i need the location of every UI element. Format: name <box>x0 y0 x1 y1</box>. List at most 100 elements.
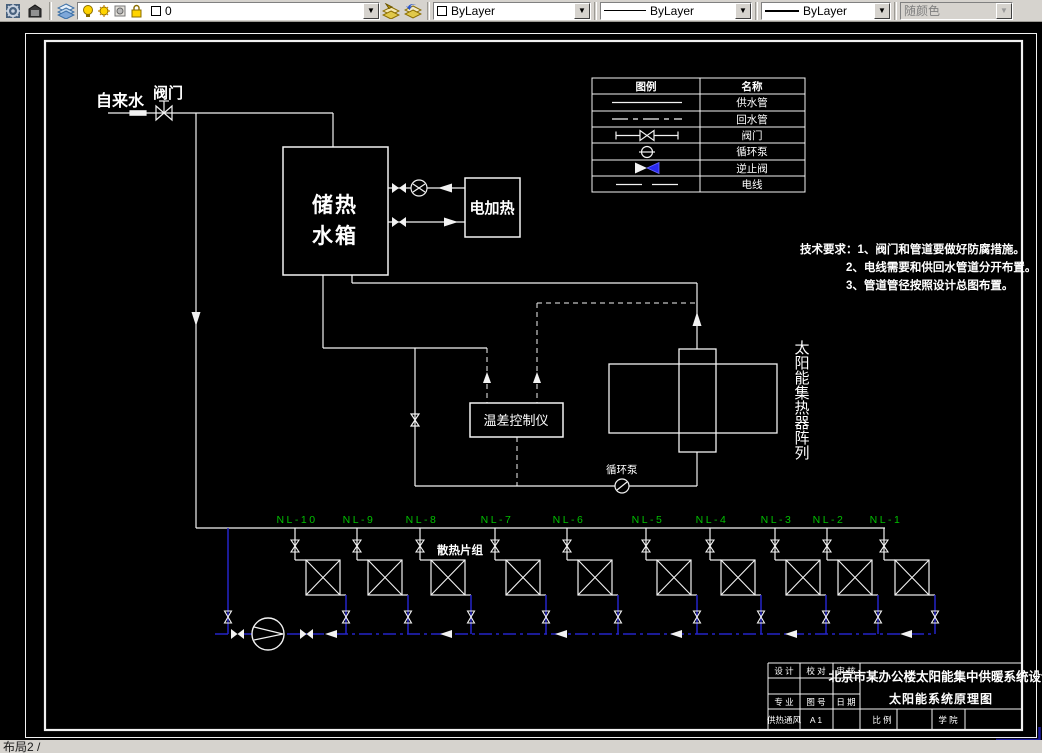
linetype-dropdown-arrow[interactable]: ▼ <box>735 2 751 19</box>
nl-label: NL-6 <box>553 514 586 526</box>
legend-pump-symbol <box>639 145 655 159</box>
linetype-combobox[interactable]: ByLayer ▼ <box>600 1 752 20</box>
nl-label: NL-1 <box>870 514 903 526</box>
tech-requirements: 技术要求：1、阀门和管道要做好防腐措施。 2、电线需要和供回水管道分开布置。 3… <box>800 242 1036 292</box>
layer-properties-icon <box>6 3 20 18</box>
circulation-pump-icon <box>251 617 285 651</box>
toolbar-separator <box>755 1 758 20</box>
collector-pump-icon <box>614 478 630 494</box>
collector-array-label: 太阳能集热器阵列 <box>793 340 810 461</box>
layer-properties-button[interactable] <box>2 1 24 21</box>
make-layer-current-button[interactable] <box>380 1 402 21</box>
linetype-glyph <box>604 10 646 11</box>
flow-arrow-right <box>444 217 458 227</box>
title-block: 设 计 校 对 审 核 专 业 图 号 日 期 供热通风 A 1 比 例 学 院… <box>767 662 1042 730</box>
tech-line1: 技术要求：1、阀门和管道要做好防腐措施。 <box>800 242 1025 256</box>
collector-loop-pipes <box>322 275 698 487</box>
storage-tank: 储热 水箱 <box>282 146 389 276</box>
color-value: ByLayer <box>451 3 496 18</box>
tank-label-line2: 水箱 <box>312 224 358 248</box>
toolbar-separator <box>427 1 430 20</box>
nl-label: NL-9 <box>343 514 376 526</box>
legend-name-pump: 循环泵 <box>736 145 768 158</box>
legend-valve-symbol <box>615 129 679 142</box>
color-dropdown-arrow[interactable]: ▼ <box>574 2 590 19</box>
inlet-valve-symbol <box>155 100 173 122</box>
tb-major-label: 专 业 <box>774 697 793 707</box>
nl-label: NL-10 <box>276 514 317 526</box>
temperature-controller: 温差控制仪 <box>469 402 564 438</box>
layer-previous-icon <box>404 3 422 19</box>
legend-col-name: 名称 <box>742 80 763 93</box>
tap-water-label: 自来水 <box>96 91 145 110</box>
nl-label: NL-4 <box>696 514 729 526</box>
layout-tab-label[interactable]: 布局2 / <box>3 740 40 753</box>
layers-button[interactable] <box>55 1 77 21</box>
legend-checkvalve-symbol <box>635 161 660 175</box>
make-layer-current-icon <box>382 2 400 19</box>
layer-states-button[interactable] <box>24 1 46 21</box>
layout-tabs-strip[interactable]: 布局2 / <box>0 740 1042 753</box>
controller-label: 温差控制仪 <box>483 413 548 428</box>
tb-design-label: 设 计 <box>774 666 794 676</box>
plotstyle-dropdown-arrow: ▼ <box>996 2 1012 19</box>
legend-col-symbol: 图例 <box>636 80 657 93</box>
layer-name: 0 <box>165 3 172 18</box>
flow-arrow-left <box>438 183 452 193</box>
wire-arrow-up <box>533 372 541 383</box>
legend-name-supply: 供水管 <box>736 96 768 109</box>
tech-line2: 2、电线需要和供回水管道分开布置。 <box>846 260 1036 274</box>
tb-check-label: 校 对 <box>806 666 826 676</box>
tb-major-value: 供热通风 <box>767 715 802 725</box>
plotstyle-value: 随颜色 <box>904 4 941 18</box>
layer-combobox[interactable]: 0 ▼ <box>77 1 380 20</box>
toolbar-separator <box>594 1 597 20</box>
linetype-value: ByLayer <box>650 3 695 18</box>
drawing-canvas[interactable]: 自来水 阀门 储热 水箱 电加热 循环泵 太阳能集热器阵列 温差控制仪 NL-1… <box>0 22 1042 742</box>
color-combobox[interactable]: ByLayer ▼ <box>433 1 591 20</box>
plotstyle-combobox: 随颜色 ▼ <box>900 1 1013 20</box>
tb-college-label: 学 院 <box>938 715 958 725</box>
schematic-svg: 自来水 阀门 储热 水箱 电加热 循环泵 太阳能集热器阵列 温差控制仪 NL-1… <box>25 33 1042 742</box>
tap-water-inlet <box>108 110 334 147</box>
solar-collector <box>608 348 778 453</box>
flow-arrow-down <box>191 312 201 326</box>
layers-icon <box>57 2 75 19</box>
layer-dropdown-arrow[interactable]: ▼ <box>363 2 379 19</box>
nl-label: NL-8 <box>406 514 439 526</box>
toolbar-separator <box>894 1 897 20</box>
radiator-labels: NL-10 NL-9 NL-8 NL-7 NL-6 NL-5 NL-4 NL-3… <box>276 514 903 526</box>
flow-arrow-up <box>692 312 702 326</box>
electric-heater: 电加热 <box>464 177 521 238</box>
heater-label: 电加热 <box>469 199 514 217</box>
layer-previous-button[interactable] <box>402 1 424 21</box>
radiator-row <box>290 527 940 635</box>
nl-label: NL-2 <box>813 514 846 526</box>
nl-label: NL-3 <box>761 514 794 526</box>
radiator-group-label: 散热片组 <box>437 543 483 557</box>
legend-name-wire: 电线 <box>742 178 763 191</box>
tb-drawing-title: 太阳能系统原理图 <box>889 691 993 706</box>
tech-line3: 3、管道管径按照设计总图布置。 <box>846 278 1013 292</box>
current-color-swatch <box>437 5 447 16</box>
lineweight-dropdown-arrow[interactable]: ▼ <box>874 2 890 19</box>
toolbar-separator <box>49 1 52 20</box>
tb-project-title: 北京市某办公楼太阳能集中供暖系统设计 <box>828 669 1042 684</box>
lineweight-combobox[interactable]: ByLayer ▼ <box>761 1 891 20</box>
legend-name-return: 回水管 <box>736 113 768 126</box>
valve-icon <box>392 217 406 227</box>
valve-icon <box>392 183 406 193</box>
nl-label: NL-5 <box>632 514 665 526</box>
collector-pump-label: 循环泵 <box>606 463 638 476</box>
layer-states-icon <box>28 3 42 17</box>
legend-name-valve: 阀门 <box>742 129 763 142</box>
paper-border <box>25 33 1037 738</box>
tb-sheet-value: A 1 <box>810 715 823 725</box>
legend-table: 图例 名称 供水管 回水管 阀门 循环泵 逆止阀 电线 <box>591 77 806 193</box>
tb-scale-label: 比 例 <box>872 715 891 725</box>
controller-wires <box>486 302 697 486</box>
wire-arrow-up <box>483 372 491 383</box>
valve-icon <box>300 629 313 639</box>
tank-label-line1: 储热 <box>312 193 358 217</box>
nl-label: NL-7 <box>481 514 514 526</box>
